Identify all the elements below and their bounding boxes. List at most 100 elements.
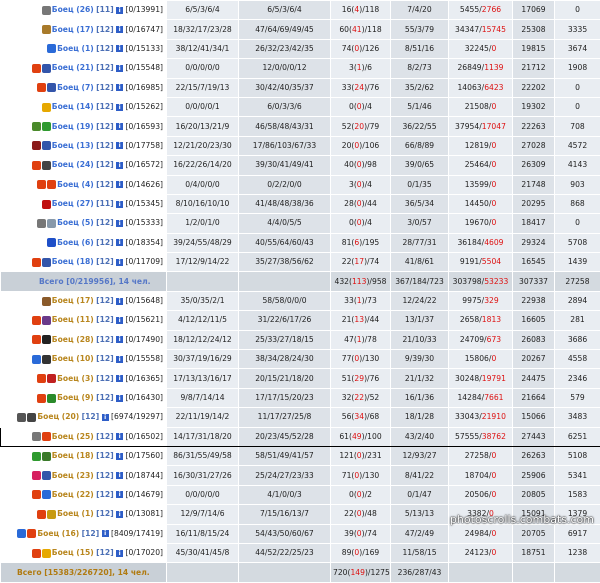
fighter-name-link[interactable]: Боец (7) [57, 83, 94, 92]
strikes-value: 81( [342, 238, 355, 247]
info-icon[interactable]: i [116, 201, 123, 208]
damage-value: 18704/ [465, 471, 492, 480]
info-icon[interactable]: i [116, 84, 123, 91]
strikes-total: )/68 [364, 412, 379, 421]
info-icon[interactable]: i [116, 162, 123, 169]
leaf-icon [42, 122, 51, 131]
fighter-name-link[interactable]: Боец (17) [52, 25, 94, 34]
fighter-name-link[interactable]: Боец (13) [52, 141, 94, 150]
fighter-name-link[interactable]: Боец (15) [52, 548, 94, 557]
damage-value: 24709/ [460, 335, 487, 344]
fighter-level: [12] [96, 102, 114, 111]
dodge-cell: 5/1/46 [391, 97, 449, 116]
fighter-name-link[interactable]: Боец (28) [52, 335, 94, 344]
dodge-cell: 12/93/27 [391, 446, 449, 465]
strikes-value: 20( [342, 141, 355, 150]
fighter-cell: Боец (6) [12] i [0/18354] [1, 233, 167, 252]
info-icon[interactable]: i [116, 239, 123, 246]
fighter-name-link[interactable]: Боец (4) [57, 180, 94, 189]
fighter-damage-id: [6974/19297] [111, 412, 163, 421]
info-icon[interactable]: i [116, 356, 123, 363]
fighter-damage-id: [0/16985] [126, 83, 163, 92]
info-icon[interactable]: i [116, 511, 123, 518]
info-icon[interactable]: i [116, 220, 123, 227]
info-icon[interactable]: i [116, 472, 123, 479]
exp-value: 16545 [521, 257, 545, 266]
info-icon[interactable]: i [116, 65, 123, 72]
fighter-damage-id: [0/18354] [126, 238, 163, 247]
info-icon[interactable]: i [116, 142, 123, 149]
fighter-name-link[interactable]: Боец (1) [57, 509, 94, 518]
fighter-name-link[interactable]: Боец (18) [52, 451, 94, 460]
table-row: Боец (4) [12] i [0/14626]0/4/0/0/00/2/2/… [1, 175, 600, 194]
info-icon[interactable]: i [116, 491, 123, 498]
fighter-name-link[interactable]: Боец (11) [52, 315, 94, 324]
fighter-name-link[interactable]: Боец (25) [52, 432, 94, 441]
exp-value: 19302 [521, 102, 545, 111]
fighter-name-link[interactable]: Боец (1) [57, 44, 94, 53]
fighter-name-link[interactable]: Боец (22) [52, 490, 94, 499]
sun-icon [42, 549, 51, 558]
fighter-name-link[interactable]: Боец (9) [57, 393, 94, 402]
fighter-damage-id: [0/15558] [126, 354, 163, 363]
blocks-value: 41/48/48/38/36 [255, 199, 314, 208]
info-icon[interactable]: i [116, 7, 123, 14]
fighter-name-link[interactable]: Боец (5) [57, 218, 94, 227]
hits-cell: 22/15/7/19/13 [167, 78, 239, 97]
info-icon[interactable]: i [102, 414, 109, 421]
info-icon[interactable]: i [116, 395, 123, 402]
table-body: Боец (26) [11] i [0/13991]6/5/3/6/46/5/3… [1, 1, 600, 583]
fighter-damage-id: [0/14626] [126, 180, 163, 189]
dodge-value: 43/2/40 [405, 432, 434, 441]
info-icon[interactable]: i [116, 26, 123, 33]
exp-cell: 25906 [513, 466, 555, 485]
info-icon[interactable]: i [116, 259, 123, 266]
damage-cell: 34347/15745 [449, 20, 513, 39]
fighter-name-link[interactable]: Боец (3) [57, 374, 94, 383]
fighter-damage-id: [0/17020] [126, 548, 163, 557]
strikes-cell: 22(0)/48 [331, 505, 391, 524]
hits-cell: 16/30/31/27/26 [167, 466, 239, 485]
strikes-cell: 3(1)/6 [331, 59, 391, 78]
info-icon[interactable]: i [116, 104, 123, 111]
blocks-value: 17/17/15/20/23 [255, 393, 314, 402]
fighter-name-link[interactable]: Боец (6) [57, 238, 94, 247]
fighter-name-link[interactable]: Боец (17) [52, 296, 94, 305]
info-icon[interactable]: i [116, 336, 123, 343]
info-icon[interactable]: i [102, 530, 109, 537]
damage-cell: 24123/0 [449, 543, 513, 562]
bonus-value: 2894 [568, 296, 587, 305]
info-icon[interactable]: i [116, 433, 123, 440]
fighter-name-link[interactable]: Боец (14) [52, 102, 94, 111]
fighter-name-link[interactable]: Боец (24) [52, 160, 94, 169]
fighter-name-link[interactable]: Боец (10) [52, 354, 94, 363]
fighter-name-link[interactable]: Боец (27) [52, 199, 94, 208]
bonus-cell: 2346 [555, 369, 600, 388]
info-icon[interactable]: i [116, 123, 123, 130]
info-icon[interactable]: i [116, 45, 123, 52]
fighter-name-link[interactable]: Боец (26) [52, 5, 94, 14]
fighter-name-link[interactable]: Боец (20) [37, 412, 79, 421]
table-row: Боец (22) [12] i [0/14679]0/0/0/0/04/1/0… [1, 485, 600, 504]
fighter-name-link[interactable]: Боец (18) [52, 257, 94, 266]
fighter-name-link[interactable]: Боец (23) [52, 471, 94, 480]
exp-value: 26083 [521, 335, 545, 344]
info-icon[interactable]: i [116, 550, 123, 557]
strikes-crit: 29 [354, 374, 364, 383]
fighter-name-link[interactable]: Боец (16) [37, 529, 79, 538]
flame-icon [27, 529, 36, 538]
exp-cell: 307337 [513, 272, 555, 291]
exp-cell: 25308 [513, 20, 555, 39]
info-icon[interactable]: i [116, 317, 123, 324]
fighter-name-link[interactable]: Боец (21) [52, 63, 94, 72]
exp-cell: 21664 [513, 388, 555, 407]
info-icon[interactable]: i [116, 298, 123, 305]
info-icon[interactable]: i [116, 375, 123, 382]
dodge-value: 35/2/62 [405, 83, 434, 92]
dodge-cell: 36/5/34 [391, 194, 449, 213]
fighter-name-link[interactable]: Боец (19) [52, 122, 94, 131]
hits-value: 16/30/31/27/26 [173, 471, 232, 480]
info-icon[interactable]: i [116, 453, 123, 460]
exp-cell: 22938 [513, 291, 555, 310]
info-icon[interactable]: i [116, 181, 123, 188]
